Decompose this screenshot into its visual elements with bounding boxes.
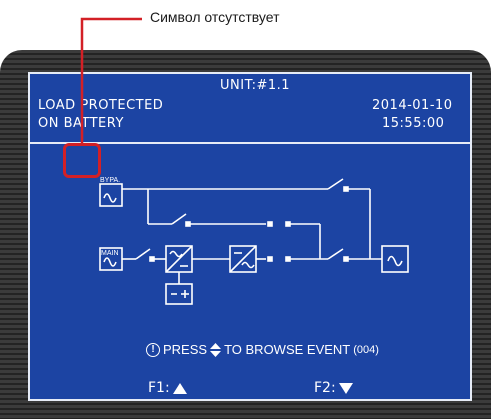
up-down-arrows-icon [210,342,222,357]
press-prefix: PRESS [163,342,208,357]
bypass-switch-icon [327,178,344,190]
press-suffix: TO BROWSE EVENT [224,342,351,357]
bypass-source-icon [99,183,123,207]
rectifier-icon [165,245,193,273]
main-label: MAIN [101,250,119,257]
bypass-label: BYPA. [100,177,120,184]
missing-symbol-highlight [63,143,101,178]
battery-icon [165,283,193,305]
f2-label: F2: [314,380,336,396]
f1-label: F1: [148,380,170,396]
inverter-icon [229,245,257,273]
f2-key[interactable]: F2: [314,380,353,396]
arrow-down-icon [338,382,353,394]
input-switch-icon [135,248,151,260]
arrow-up-icon [172,382,187,394]
warning-icon: ! [146,342,160,357]
event-count: (004) [353,343,379,356]
browse-event-hint: ! PRESS TO BROWSE EVENT (004) [146,342,379,357]
load-output-icon [381,245,409,273]
f1-key[interactable]: F1: [148,380,187,396]
maintenance-switch-icon [171,213,187,225]
ups-power-flow-diagram: BYPA. MAIN [99,177,409,305]
output-switch-icon [327,248,344,260]
missing-symbol-callout-label: Символ отсутствует [150,9,280,25]
lcd-screen: UNIT:#1.1 LOAD PROTECTED ON BATTERY 2014… [28,72,472,401]
